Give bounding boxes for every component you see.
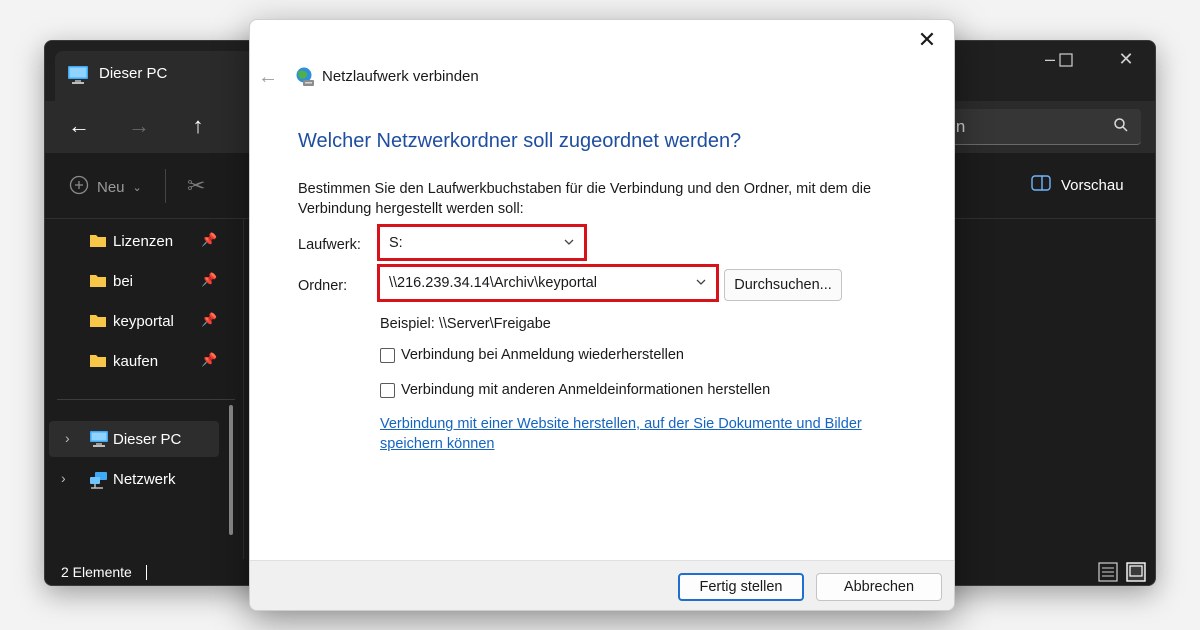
drive-highlight-box: S: — [377, 224, 587, 261]
explorer-sidebar: Lizenzen 📌 bei 📌 keyportal 📌 kaufen 📌 › … — [45, 219, 245, 559]
folder-icon — [89, 233, 107, 252]
drive-label: Laufwerk: — [298, 237, 361, 253]
sidebar-divider — [57, 399, 235, 400]
reconnect-checkbox-row[interactable]: Verbindung bei Anmeldung wiederherstelle… — [380, 347, 684, 363]
pin-icon[interactable]: 📌 — [201, 272, 217, 288]
network-drive-icon — [294, 66, 316, 93]
cancel-button[interactable]: Abbrechen — [816, 573, 942, 601]
chevron-down-icon: ⌄ — [132, 181, 142, 194]
pc-icon — [89, 430, 109, 452]
status-separator — [146, 565, 147, 580]
other-credentials-checkbox-row[interactable]: Verbindung mit anderen Anmeldeinformatio… — [380, 382, 770, 398]
sidebar-item-label: Dieser PC — [113, 431, 182, 448]
up-arrow-icon[interactable]: ↑ — [182, 110, 214, 142]
folder-label: Ordner: — [298, 278, 348, 294]
new-button[interactable]: Neu ⌄ — [69, 175, 142, 199]
folder-icon — [89, 353, 107, 372]
preview-button-label: Vorschau — [1061, 176, 1124, 194]
sidebar-item-label: keyportal — [113, 313, 174, 330]
dialog-footer: Fertig stellen Abbrechen — [250, 560, 954, 610]
search-icon — [1113, 117, 1129, 138]
sidebar-scrollbar[interactable] — [229, 405, 233, 535]
folder-icon — [89, 313, 107, 332]
chevron-down-icon — [695, 276, 707, 292]
chevron-down-icon — [563, 236, 575, 252]
sidebar-item-netzwerk[interactable]: › Netzwerk — [45, 461, 235, 497]
other-credentials-label: Verbindung mit anderen Anmeldeinformatio… — [401, 382, 771, 398]
sidebar-item-label: Lizenzen — [113, 233, 174, 250]
dialog-heading: Welcher Netzwerkordner soll zugeordnet w… — [298, 130, 742, 152]
drive-select-value: S: — [389, 235, 403, 251]
sidebar-item-label: bei — [113, 273, 134, 290]
network-icon — [89, 471, 109, 493]
close-window-icon[interactable]: ✕ — [1111, 49, 1141, 70]
explorer-tab[interactable]: Dieser PC — [55, 51, 275, 101]
other-credentials-checkbox[interactable] — [380, 382, 395, 398]
command-separator — [165, 169, 166, 203]
sidebar-border — [243, 219, 244, 559]
item-count: 2 Elemente — [61, 564, 132, 580]
finish-button[interactable]: Fertig stellen — [678, 573, 804, 601]
explorer-tab-title: Dieser PC — [99, 65, 168, 82]
folder-highlight-box: \\216.239.34.14\Archiv\keyportal — [377, 264, 719, 302]
example-text: Beispiel: \\Server\Freigabe — [380, 316, 551, 332]
tiles-view-icon[interactable] — [1125, 561, 1147, 583]
sidebar-item-lizenzen[interactable]: Lizenzen 📌 — [45, 223, 235, 259]
sidebar-item-bei[interactable]: bei 📌 — [45, 263, 235, 299]
sidebar-item-dieser-pc[interactable]: › Dieser PC — [49, 421, 219, 457]
pin-icon[interactable]: 📌 — [201, 352, 217, 368]
plus-circle-icon — [69, 175, 89, 199]
website-link[interactable]: Verbindung mit einer Website herstellen,… — [380, 414, 900, 454]
sidebar-item-keyportal[interactable]: keyportal 📌 — [45, 303, 235, 339]
pc-icon — [67, 64, 89, 91]
details-view-icon[interactable] — [1097, 561, 1119, 583]
reconnect-label: Verbindung bei Anmeldung wiederherstelle… — [401, 347, 684, 363]
folder-combobox[interactable]: \\216.239.34.14\Archiv\keyportal — [382, 269, 714, 297]
folder-combobox-value: \\216.239.34.14\Archiv\keyportal — [389, 275, 597, 291]
dialog-description: Bestimmen Sie den Laufwerkbuchstaben für… — [298, 181, 872, 217]
pin-icon[interactable]: 📌 — [201, 312, 217, 328]
sidebar-item-label: kaufen — [113, 353, 159, 370]
pin-icon[interactable]: 📌 — [201, 232, 217, 248]
drive-select[interactable]: S: — [382, 229, 582, 256]
preview-button[interactable]: Vorschau — [1031, 175, 1124, 195]
chevron-right-icon[interactable]: › — [61, 470, 66, 486]
map-network-drive-dialog: ✕ ← Netzlaufwerk verbinden Welcher Netzw… — [249, 19, 955, 611]
forward-arrow-icon[interactable]: → — [123, 110, 155, 142]
close-icon[interactable]: ✕ — [912, 26, 942, 54]
folder-icon — [89, 273, 107, 292]
preview-pane-icon — [1031, 175, 1051, 195]
sidebar-item-kaufen[interactable]: kaufen 📌 — [45, 343, 235, 379]
reconnect-checkbox[interactable] — [380, 347, 395, 363]
back-arrow-icon[interactable]: ← — [63, 110, 95, 142]
maximize-icon[interactable] — [1051, 49, 1081, 72]
scissors-icon[interactable]: ✂ — [187, 173, 205, 199]
sidebar-item-label: Netzwerk — [113, 471, 176, 488]
dialog-title: Netzlaufwerk verbinden — [322, 68, 479, 85]
new-button-label: Neu — [97, 178, 125, 196]
chevron-right-icon[interactable]: › — [65, 430, 70, 446]
back-arrow-icon[interactable]: ← — [258, 66, 278, 89]
browse-button[interactable]: Durchsuchen... — [724, 269, 842, 301]
